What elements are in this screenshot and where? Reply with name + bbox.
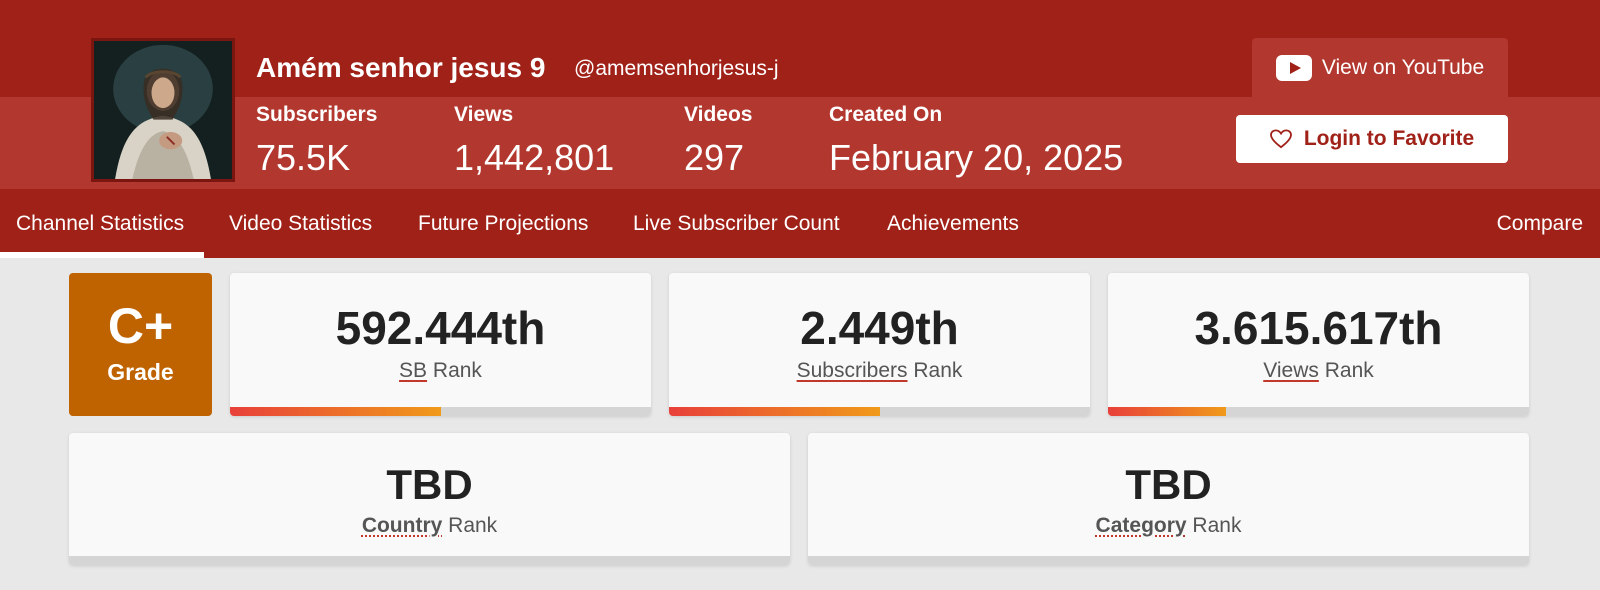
grade-letter: C+	[107, 298, 174, 354]
view-on-youtube-button[interactable]: View on YouTube	[1252, 38, 1508, 97]
views-value: 1,442,801	[454, 137, 615, 178]
subscribers-rank-link[interactable]: Subscribers	[797, 359, 908, 382]
subscribers-rank-suffix: Rank	[913, 359, 963, 382]
country-rank-suffix: Rank	[448, 514, 498, 537]
tab-channel-statistics[interactable]: Channel Statistics	[0, 189, 205, 258]
created-on-label: Created On	[829, 103, 943, 126]
subscribers-rank-value: 2.449th	[800, 302, 959, 354]
tab-compare[interactable]: Compare	[1497, 189, 1583, 258]
sb-rank-suffix: Rank	[432, 359, 482, 382]
channel-header: Amém senhor jesus 9 @amemsenhorjesus-j S…	[0, 0, 1600, 189]
category-rank-value: TBD	[1125, 461, 1212, 508]
videos-label: Videos	[684, 103, 753, 126]
grade-card: C+ Grade	[69, 273, 212, 416]
views-rank-value: 3.615.617th	[1194, 302, 1443, 354]
youtube-icon	[1275, 54, 1312, 81]
views-rank-suffix: Rank	[1324, 359, 1374, 382]
subscribers-rank-progress-fill	[669, 407, 880, 416]
country-rank-label: Country Rank	[69, 514, 790, 538]
tab-future-projections[interactable]: Future Projections	[418, 189, 588, 258]
sb-rank-value: 592.444th	[335, 302, 546, 354]
avatar-image	[94, 41, 232, 179]
channel-nav: Channel Statistics Video Statistics Futu…	[0, 189, 1600, 258]
views-rank-card: 3.615.617th Views Rank	[1108, 273, 1529, 416]
subscribers-rank-label: Subscribers Rank	[669, 359, 1090, 383]
login-to-favorite-label: Login to Favorite	[1303, 127, 1475, 150]
views-rank-progress-fill	[1108, 407, 1226, 416]
category-rank-suffix: Rank	[1192, 514, 1242, 537]
country-rank-card: TBD Country Rank	[69, 433, 790, 565]
videos-value: 297	[684, 137, 745, 178]
channel-name: Amém senhor jesus 9	[256, 52, 546, 83]
view-on-youtube-label: View on YouTube	[1321, 55, 1485, 79]
views-rank-progress	[1108, 407, 1529, 416]
tab-achievements[interactable]: Achievements	[887, 189, 1019, 258]
subscribers-rank-progress	[669, 407, 1090, 416]
views-rank-label: Views Rank	[1108, 359, 1529, 383]
category-rank-label: Category Rank	[808, 514, 1529, 538]
country-rank-progress	[69, 556, 790, 565]
sb-rank-progress	[230, 407, 651, 416]
sb-rank-link[interactable]: SB	[399, 359, 427, 382]
grade-label: Grade	[107, 359, 174, 385]
sb-rank-label: SB Rank	[230, 359, 651, 383]
subscribers-label: Subscribers	[256, 103, 378, 126]
channel-avatar	[91, 38, 235, 182]
created-on-value: February 20, 2025	[829, 137, 1124, 178]
tab-live-subscriber-count[interactable]: Live Subscriber Count	[633, 189, 840, 258]
views-rank-link[interactable]: Views	[1263, 359, 1319, 382]
category-rank-progress	[808, 556, 1529, 565]
views-label: Views	[454, 103, 514, 126]
tab-video-statistics[interactable]: Video Statistics	[229, 189, 372, 258]
heart-icon	[1269, 129, 1292, 149]
channel-handle: @amemsenhorjesus-j	[574, 57, 779, 80]
category-rank-link[interactable]: Category	[1096, 514, 1187, 537]
country-rank-value: TBD	[386, 461, 473, 508]
sb-rank-card: 592.444th SB Rank	[230, 273, 651, 416]
category-rank-card: TBD Category Rank	[808, 433, 1529, 565]
sb-rank-progress-fill	[230, 407, 441, 416]
country-rank-link[interactable]: Country	[362, 514, 443, 537]
login-to-favorite-button[interactable]: Login to Favorite	[1236, 115, 1508, 163]
subscribers-rank-card: 2.449th Subscribers Rank	[669, 273, 1090, 416]
subscribers-value: 75.5K	[256, 137, 351, 178]
